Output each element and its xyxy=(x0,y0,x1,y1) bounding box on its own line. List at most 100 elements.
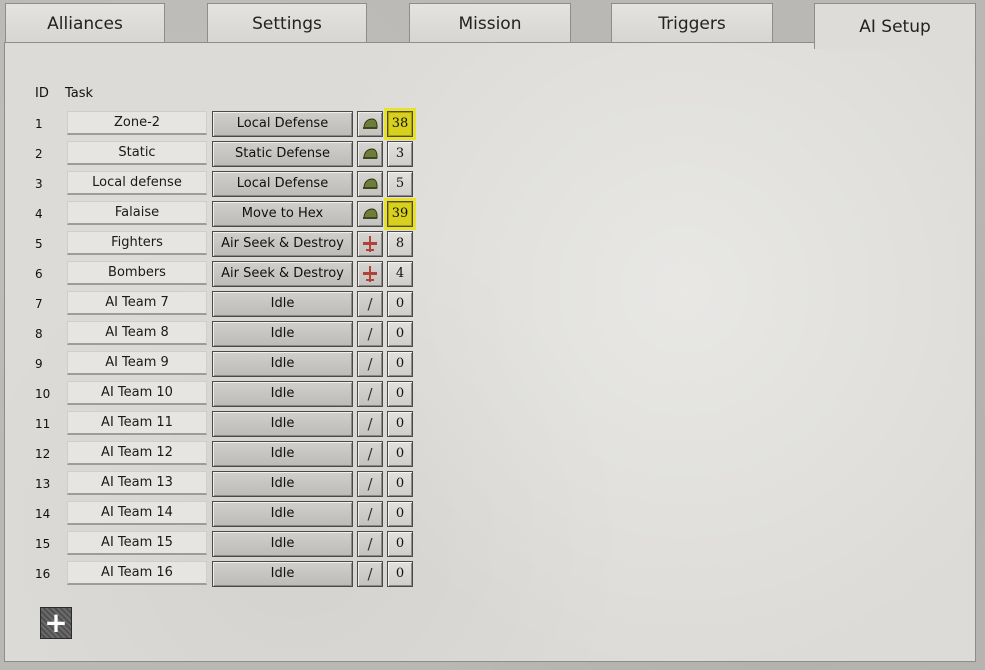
unit-count-button[interactable]: 0 xyxy=(387,441,413,467)
unit-count-button[interactable]: 38 xyxy=(387,111,413,137)
unit-type-button[interactable] xyxy=(357,111,383,137)
table-row: 16 AI Team 16 Idle / 0 xyxy=(0,559,420,589)
unit-type-button[interactable] xyxy=(357,261,383,287)
team-name-field[interactable]: Static xyxy=(67,141,207,165)
task-button[interactable]: Idle xyxy=(212,411,353,437)
unit-type-button[interactable]: / xyxy=(357,411,383,437)
tab-alliances[interactable]: Alliances xyxy=(5,3,165,43)
unit-count-button[interactable]: 0 xyxy=(387,531,413,557)
row-id: 7 xyxy=(35,297,43,311)
tab-ai-setup[interactable]: AI Setup xyxy=(814,3,976,49)
slash-icon: / xyxy=(367,355,373,373)
unit-type-button[interactable]: / xyxy=(357,471,383,497)
team-name-field[interactable]: AI Team 7 xyxy=(67,291,207,315)
tab-mission[interactable]: Mission xyxy=(409,3,571,43)
unit-count-button[interactable]: 5 xyxy=(387,171,413,197)
unit-count-button[interactable]: 0 xyxy=(387,561,413,587)
tab-bar: Alliances Settings Mission Triggers AI S… xyxy=(0,0,985,49)
add-team-button[interactable]: + xyxy=(40,607,72,639)
team-name-field[interactable]: AI Team 16 xyxy=(67,561,207,585)
slash-icon: / xyxy=(367,445,373,463)
plane-icon xyxy=(362,235,378,253)
unit-count-button[interactable]: 39 xyxy=(387,201,413,227)
unit-count-button[interactable]: 4 xyxy=(387,261,413,287)
unit-count-button[interactable]: 0 xyxy=(387,321,413,347)
unit-type-button[interactable]: / xyxy=(357,351,383,377)
table-row: 14 AI Team 14 Idle / 0 xyxy=(0,499,420,529)
table-row: 12 AI Team 12 Idle / 0 xyxy=(0,439,420,469)
team-name-field[interactable]: Local defense xyxy=(67,171,207,195)
unit-type-button[interactable]: / xyxy=(357,381,383,407)
task-button[interactable]: Air Seek & Destroy xyxy=(212,261,353,287)
task-button[interactable]: Idle xyxy=(212,561,353,587)
team-name-field[interactable]: AI Team 12 xyxy=(67,441,207,465)
unit-count-button[interactable]: 0 xyxy=(387,351,413,377)
task-button[interactable]: Idle xyxy=(212,291,353,317)
team-name-field[interactable]: AI Team 15 xyxy=(67,531,207,555)
row-id: 13 xyxy=(35,477,51,491)
slash-icon: / xyxy=(367,385,373,403)
unit-type-button[interactable]: / xyxy=(357,291,383,317)
task-button[interactable]: Idle xyxy=(212,321,353,347)
unit-count-button[interactable]: 0 xyxy=(387,291,413,317)
team-name-field[interactable]: Bombers xyxy=(67,261,207,285)
team-name-field[interactable]: AI Team 11 xyxy=(67,411,207,435)
tab-triggers[interactable]: Triggers xyxy=(611,3,773,43)
task-button[interactable]: Static Defense xyxy=(212,141,353,167)
task-button[interactable]: Idle xyxy=(212,381,353,407)
unit-type-button[interactable]: / xyxy=(357,321,383,347)
table-row: 4 Falaise Move to Hex 39 xyxy=(0,199,420,229)
table-row: 8 AI Team 8 Idle / 0 xyxy=(0,319,420,349)
row-id: 11 xyxy=(35,417,51,431)
unit-type-button[interactable]: / xyxy=(357,531,383,557)
task-button[interactable]: Idle xyxy=(212,441,353,467)
unit-count-button[interactable]: 3 xyxy=(387,141,413,167)
unit-type-button[interactable]: / xyxy=(357,441,383,467)
tab-settings[interactable]: Settings xyxy=(207,3,367,43)
id-column-header: ID xyxy=(35,86,49,101)
team-name-field[interactable]: AI Team 8 xyxy=(67,321,207,345)
team-name-field[interactable]: Fighters xyxy=(67,231,207,255)
slash-icon: / xyxy=(367,415,373,433)
task-button[interactable]: Local Defense xyxy=(212,171,353,197)
unit-type-button[interactable] xyxy=(357,171,383,197)
row-id: 6 xyxy=(35,267,43,281)
table-row: 10 AI Team 10 Idle / 0 xyxy=(0,379,420,409)
unit-count-button[interactable]: 0 xyxy=(387,381,413,407)
table-row: 15 AI Team 15 Idle / 0 xyxy=(0,529,420,559)
helmet-icon xyxy=(362,148,378,160)
row-id: 1 xyxy=(35,117,43,131)
team-name-field[interactable]: AI Team 14 xyxy=(67,501,207,525)
team-name-field[interactable]: Zone-2 xyxy=(67,111,207,135)
unit-count-button[interactable]: 0 xyxy=(387,501,413,527)
unit-type-button[interactable] xyxy=(357,201,383,227)
task-button[interactable]: Idle xyxy=(212,531,353,557)
unit-type-button[interactable]: / xyxy=(357,501,383,527)
task-button[interactable]: Idle xyxy=(212,501,353,527)
team-name-field[interactable]: AI Team 13 xyxy=(67,471,207,495)
unit-type-button[interactable] xyxy=(357,141,383,167)
row-id: 9 xyxy=(35,357,43,371)
row-id: 15 xyxy=(35,537,51,551)
slash-icon: / xyxy=(367,565,373,583)
unit-count-button[interactable]: 0 xyxy=(387,471,413,497)
helmet-icon xyxy=(362,208,378,220)
task-button[interactable]: Idle xyxy=(212,351,353,377)
row-id: 8 xyxy=(35,327,43,341)
unit-type-button[interactable] xyxy=(357,231,383,257)
unit-count-button[interactable]: 8 xyxy=(387,231,413,257)
row-id: 16 xyxy=(35,567,51,581)
team-name-field[interactable]: Falaise xyxy=(67,201,207,225)
slash-icon: / xyxy=(367,505,373,523)
row-id: 12 xyxy=(35,447,51,461)
task-button[interactable]: Move to Hex xyxy=(212,201,353,227)
slash-icon: / xyxy=(367,325,373,343)
table-row: 7 AI Team 7 Idle / 0 xyxy=(0,289,420,319)
unit-type-button[interactable]: / xyxy=(357,561,383,587)
task-button[interactable]: Air Seek & Destroy xyxy=(212,231,353,257)
team-name-field[interactable]: AI Team 9 xyxy=(67,351,207,375)
task-button[interactable]: Idle xyxy=(212,471,353,497)
task-button[interactable]: Local Defense xyxy=(212,111,353,137)
team-name-field[interactable]: AI Team 10 xyxy=(67,381,207,405)
unit-count-button[interactable]: 0 xyxy=(387,411,413,437)
